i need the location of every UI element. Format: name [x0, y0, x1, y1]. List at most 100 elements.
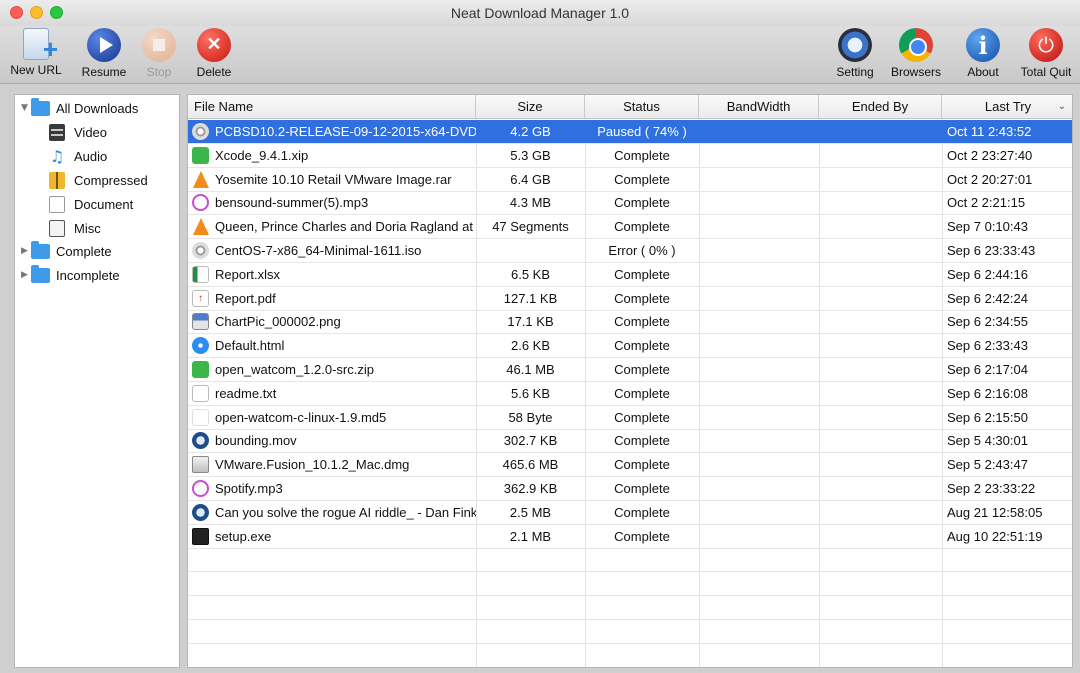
cell-status: Complete	[614, 481, 670, 496]
vlc-icon	[193, 170, 209, 188]
cell-status: Error ( 0% )	[608, 243, 676, 258]
cell-name: Report.xlsx	[215, 266, 281, 282]
cell-size: 17.1 KB	[507, 314, 554, 330]
cell-name: Can you solve the rogue AI riddle_ - Dan…	[215, 504, 476, 520]
cell-status: Paused ( 74% )	[597, 124, 687, 139]
table-row[interactable]: Report.xlsx 6.5 KB Complete Sep 6 2:44:16	[188, 263, 1072, 287]
pdf-icon: ↑	[192, 289, 209, 307]
cell-last-try: Sep 5 2:43:47	[947, 457, 1028, 473]
cell-size: 127.1 KB	[503, 290, 558, 306]
column-header-bandwidth[interactable]: BandWidth	[699, 95, 819, 119]
sort-descending-icon[interactable]: ⌄	[1058, 95, 1066, 119]
info-icon	[966, 28, 1000, 62]
table-row[interactable]: bensound-summer(5).mp3 4.3 MB Complete Oct …	[188, 191, 1072, 216]
music-note-icon: ♫	[49, 146, 65, 166]
about-button[interactable]: About	[953, 28, 1013, 82]
collapsed-triangle-icon[interactable]: ▶	[21, 246, 31, 256]
table-row[interactable]: ↑ Report.pdf 127.1 KB Complete Sep 6 2:42:24	[188, 287, 1072, 311]
empty-row	[188, 572, 1072, 597]
table-row[interactable]: open_watcom_1.2.0-src.zip 46.1 MB Complete…	[188, 358, 1072, 382]
browsers-button[interactable]: Browsers	[886, 28, 946, 82]
cell-name: CentOS-7-x86_64-Minimal-1611.iso	[215, 243, 422, 258]
blank-file-icon	[192, 408, 209, 426]
archive-icon	[192, 146, 209, 164]
total-quit-button[interactable]: Total Quit	[1016, 28, 1076, 82]
cell-size: 58 Byte	[508, 409, 553, 425]
table-row[interactable]: CentOS-7-x86_64-Minimal-1611.iso Error ( …	[188, 239, 1072, 263]
cell-size: 2.6 KB	[510, 338, 551, 354]
tree-item-all-downloads[interactable]: ▼ All Downloads	[21, 97, 176, 119]
table-row[interactable]: bounding.mov 302.7 KB Complete Sep 5 4:30:0…	[188, 429, 1072, 454]
table-row[interactable]: Yosemite 10.10 Retail VMware Image.rar 6.…	[188, 168, 1072, 192]
quicktime-icon	[192, 432, 209, 450]
column-header-status[interactable]: Status	[585, 95, 699, 119]
expanded-triangle-icon[interactable]: ▼	[21, 103, 31, 113]
document-icon	[49, 195, 65, 213]
stop-icon	[142, 28, 176, 62]
cell-last-try: Oct 11 2:43:52	[947, 124, 1032, 139]
cell-ended-by	[819, 144, 942, 168]
table-row[interactable]: ChartPic_000002.png 17.1 KB Complete Sep 6 …	[188, 310, 1072, 335]
tree-item-complete[interactable]: ▶ Complete	[21, 240, 112, 262]
table-row[interactable]: PCBSD10.2-RELEASE-09-12-2015-x64-DVD.iso…	[188, 120, 1072, 144]
cell-ended-by	[819, 120, 942, 144]
tree-item-compressed[interactable]: Compressed	[49, 169, 148, 191]
collapsed-triangle-icon[interactable]: ▶	[21, 270, 31, 280]
table-row[interactable]: Can you solve the rogue AI riddle_ - Dan…	[188, 501, 1072, 525]
cell-size: 4.2 GB	[510, 124, 551, 139]
table-row[interactable]: setup.exe 2.1 MB Complete Aug 10 22:51:19	[188, 525, 1072, 549]
about-label: About	[967, 65, 999, 79]
cell-size: 362.9 KB	[503, 481, 558, 496]
cell-size: 46.1 MB	[506, 362, 555, 377]
cell-size: 465.6 MB	[502, 457, 559, 473]
tree-item-misc[interactable]: Misc	[49, 217, 101, 239]
table-row[interactable]: open-watcom-c-linux-1.9.md5 58 Byte Comple…	[188, 406, 1072, 430]
tree-item-video[interactable]: Video	[49, 121, 107, 143]
resume-button[interactable]: Resume	[74, 28, 134, 82]
cell-last-try: Sep 6 2:33:43	[947, 338, 1028, 354]
stop-button[interactable]: Stop	[129, 28, 189, 82]
column-header-size[interactable]: Size	[476, 95, 585, 119]
cell-ended-by	[819, 168, 942, 192]
delete-button[interactable]: Delete	[184, 28, 244, 82]
safari-icon	[192, 337, 209, 355]
chrome-icon	[899, 28, 933, 62]
table-row[interactable]: Queen, Prince Charles and Doria Ragland …	[188, 215, 1072, 240]
quicktime-icon	[192, 503, 209, 521]
cell-last-try: Sep 6 2:44:16	[947, 266, 1028, 282]
column-header-label: Last Try	[984, 99, 1032, 114]
setting-button[interactable]: Setting	[825, 28, 885, 82]
column-header-last-try[interactable]: Last Try ⌄	[942, 95, 1072, 119]
tree-item-audio[interactable]: ♫ Audio	[49, 145, 107, 167]
cell-size: 6.4 GB	[510, 171, 551, 187]
table-row[interactable]: readme.txt 5.6 KB Complete Sep 6 2:16:08	[188, 382, 1072, 406]
column-header-file-name[interactable]: File Name	[188, 95, 476, 119]
music-icon	[192, 480, 209, 497]
cell-last-try: Sep 6 2:42:24	[947, 290, 1028, 306]
total-quit-label: Total Quit	[1020, 65, 1072, 79]
table-row[interactable]: Spotify.mp3 362.9 KB Complete Sep 2 23:33:2…	[188, 477, 1072, 501]
table-row[interactable]: Default.html 2.6 KB Complete Sep 6 2:33:43	[188, 334, 1072, 359]
folder-icon	[31, 240, 50, 259]
cell-bandwidth	[699, 382, 819, 406]
tree-item-label: Incomplete	[56, 267, 120, 283]
tree-item-incomplete[interactable]: ▶ Incomplete	[21, 264, 120, 286]
new-url-label: New URL	[10, 63, 62, 77]
cell-size: 6.5 KB	[510, 266, 551, 282]
tree-item-document[interactable]: Document	[49, 193, 133, 215]
cell-bandwidth	[699, 310, 819, 334]
cell-size: 47 Segments	[492, 219, 569, 235]
new-url-button[interactable]: New URL	[6, 28, 66, 82]
cell-last-try: Oct 2 23:27:40	[947, 147, 1033, 163]
table-header: File Name Size Status BandWidth Ended By…	[188, 95, 1072, 119]
cell-status: Complete	[614, 219, 670, 235]
new-url-icon	[23, 28, 58, 65]
cell-ended-by	[819, 477, 942, 501]
table-row[interactable]: Xcode_9.4.1.xip 5.3 GB Complete Oct 2 23:27…	[188, 144, 1072, 168]
cell-ended-by	[819, 501, 942, 525]
cell-name: Report.pdf	[215, 290, 276, 306]
table-row[interactable]: VMware.Fusion_10.1.2_Mac.dmg 465.6 MB Comp…	[188, 453, 1072, 478]
cell-bandwidth	[699, 263, 819, 287]
column-header-ended-by[interactable]: Ended By	[819, 95, 942, 119]
cell-size: 2.1 MB	[509, 528, 552, 544]
